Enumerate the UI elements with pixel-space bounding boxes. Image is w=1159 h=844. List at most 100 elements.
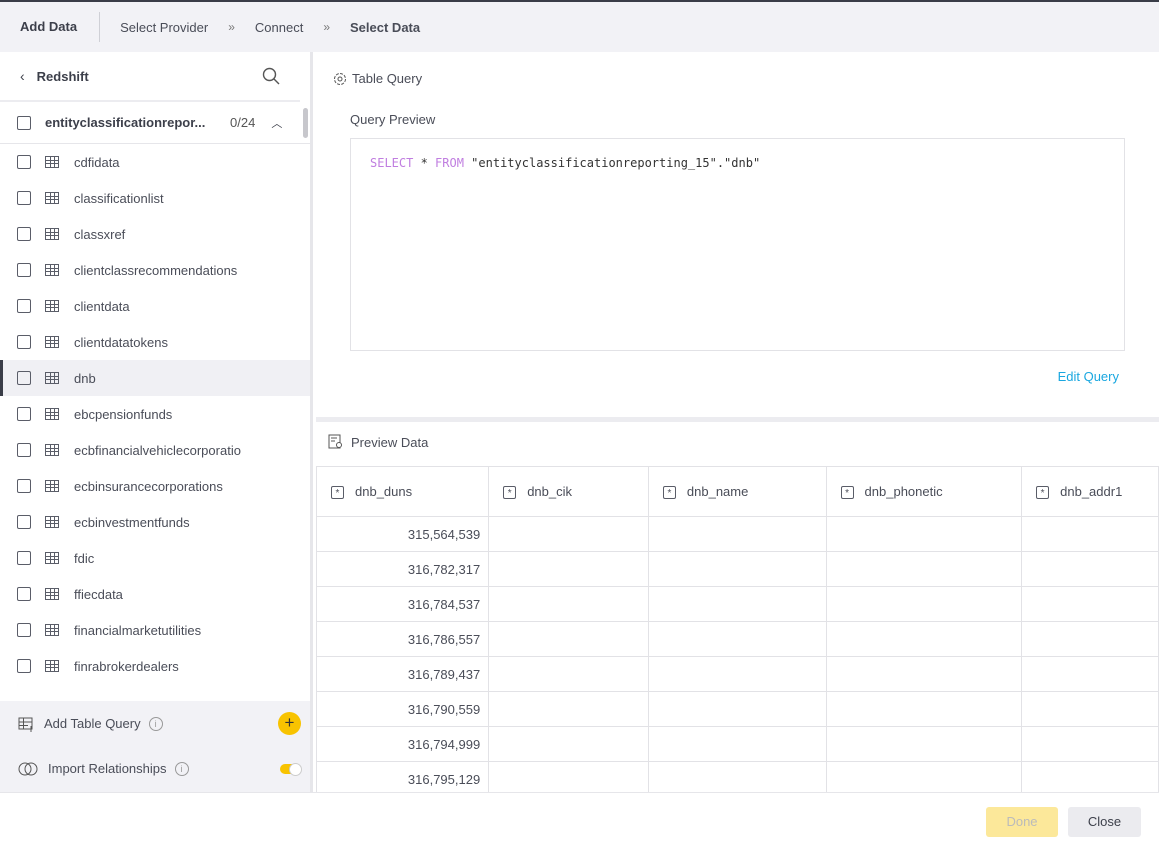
close-button[interactable]: Close (1068, 807, 1141, 837)
table-list-item[interactable]: ebcpensionfunds (0, 396, 310, 432)
column-header[interactable]: * dnb_cik (488, 466, 649, 517)
string-type-icon: * (1036, 486, 1050, 500)
item-checkbox[interactable] (17, 659, 31, 673)
item-checkbox[interactable] (17, 587, 31, 601)
info-icon[interactable]: i (174, 761, 189, 776)
cell-empty (488, 586, 649, 622)
item-checkbox[interactable] (17, 407, 31, 421)
table-icon (45, 228, 59, 240)
table-row: 316,786,557 (315, 621, 1159, 657)
table-list-item[interactable]: ffiecdata (0, 576, 310, 612)
step-connect[interactable]: Connect (255, 20, 303, 35)
group-checkbox[interactable] (17, 115, 31, 130)
search-icon[interactable] (262, 67, 280, 85)
column-name: dnb_duns (355, 483, 413, 499)
query-preview-label: Query Preview (350, 112, 436, 127)
table-list-item[interactable]: dnb (0, 360, 310, 396)
table-list-item[interactable]: finrabrokerdealers (0, 648, 310, 684)
chevron-double-right-icon: » (323, 20, 331, 34)
cell-empty (488, 621, 649, 657)
back-chevron-icon[interactable]: ‹ (20, 68, 25, 84)
step-select-data: Select Data (350, 19, 421, 35)
item-checkbox[interactable] (17, 191, 31, 205)
table-list-item[interactable]: classxref (0, 216, 310, 252)
cell-empty (647, 621, 827, 657)
item-checkbox[interactable] (17, 155, 31, 169)
string-type-icon: * (662, 486, 676, 500)
add-table-query-button[interactable]: + (278, 712, 301, 735)
table-query-header: Table Query (333, 71, 422, 86)
table-list-item[interactable]: clientdata (0, 288, 310, 324)
table-icon (45, 156, 59, 168)
table-icon (45, 192, 59, 204)
edit-query-link[interactable]: Edit Query (1058, 369, 1119, 384)
table-list-item[interactable]: financialmarketutilities (0, 612, 310, 648)
import-relationships-label: Import Relationships (48, 761, 167, 776)
cell-empty (825, 691, 1023, 727)
item-checkbox[interactable] (17, 263, 31, 277)
item-checkbox[interactable] (17, 227, 31, 241)
table-icon (45, 264, 59, 276)
cell-empty (647, 551, 827, 587)
sidebar: ‹ Redshift entityclassificationrepor... … (0, 52, 313, 792)
item-checkbox[interactable] (17, 371, 31, 385)
table-list-item[interactable]: clientclassrecommendations (0, 252, 310, 288)
cell-dnb-duns: 316,784,537 (315, 586, 490, 622)
item-label: clientdatatokens (74, 334, 168, 350)
table-list-item[interactable]: fdic (0, 540, 310, 576)
cell-empty (825, 516, 1023, 552)
cell-empty (488, 516, 649, 552)
cell-empty (647, 586, 827, 622)
item-checkbox[interactable] (17, 623, 31, 637)
item-checkbox[interactable] (17, 335, 31, 349)
item-label: cdfidata (74, 154, 120, 170)
info-icon[interactable]: i (148, 716, 163, 731)
item-checkbox[interactable] (17, 443, 31, 457)
cell-empty (1021, 656, 1159, 692)
footer: Done Close (0, 792, 1159, 844)
main-panel: Table Query Query Preview SELECT * FROM … (315, 52, 1159, 797)
cell-empty (647, 691, 827, 727)
item-label: ecbfinancialvehiclecorporatio (74, 442, 241, 458)
table-row: 316,784,537 (315, 586, 1159, 622)
item-label: ecbinvestmentfunds (74, 514, 190, 530)
chevron-up-icon[interactable]: ︿ (271, 115, 282, 131)
cell-dnb-duns: 316,786,557 (315, 621, 490, 657)
import-relationships-toggle[interactable] (280, 762, 302, 776)
cell-empty (1021, 516, 1159, 552)
item-checkbox[interactable] (17, 299, 31, 313)
item-checkbox[interactable] (17, 551, 31, 565)
table-list-item[interactable]: ecbfinancialvehiclecorporatio (0, 432, 310, 468)
table-icon (45, 336, 59, 348)
table-row: 316,790,559 (315, 691, 1159, 727)
table-list-item[interactable]: classificationlist (0, 180, 310, 216)
chevron-double-right-icon: » (228, 20, 235, 34)
done-button[interactable]: Done (986, 807, 1058, 837)
group-count: 0/24 (230, 115, 256, 130)
item-label: financialmarketutilities (74, 622, 202, 638)
table-icon (45, 480, 59, 492)
schema-group[interactable]: entityclassificationrepor... 0/24 ︿ (0, 102, 310, 144)
item-label: fdic (74, 550, 95, 566)
table-list-item[interactable]: clientdatatokens (0, 324, 310, 360)
table-list-item[interactable]: ecbinsurancecorporations (0, 468, 310, 504)
column-header[interactable]: * dnb_addr1 (1021, 466, 1159, 517)
item-checkbox[interactable] (17, 479, 31, 493)
item-label: classxref (74, 226, 126, 242)
query-preview-box: SELECT * FROM "entityclassificationrepor… (350, 138, 1125, 351)
column-header[interactable]: * dnb_duns (315, 466, 490, 517)
cell-dnb-duns: 316,782,317 (315, 551, 490, 587)
item-checkbox[interactable] (17, 515, 31, 529)
step-select-provider[interactable]: Select Provider (120, 20, 208, 35)
cell-empty (647, 516, 827, 552)
column-header[interactable]: * dnb_phonetic (825, 466, 1023, 517)
table-list-item[interactable]: ecbinvestmentfunds (0, 504, 310, 540)
scrollbar[interactable] (303, 108, 308, 138)
table-row: 315,564,539 (315, 516, 1159, 552)
column-header[interactable]: * dnb_name (647, 466, 827, 517)
cell-empty (488, 691, 649, 727)
cell-empty (825, 621, 1023, 657)
cell-empty (647, 726, 827, 762)
cell-empty (825, 586, 1023, 622)
table-list-item[interactable]: cdfidata (0, 144, 310, 180)
